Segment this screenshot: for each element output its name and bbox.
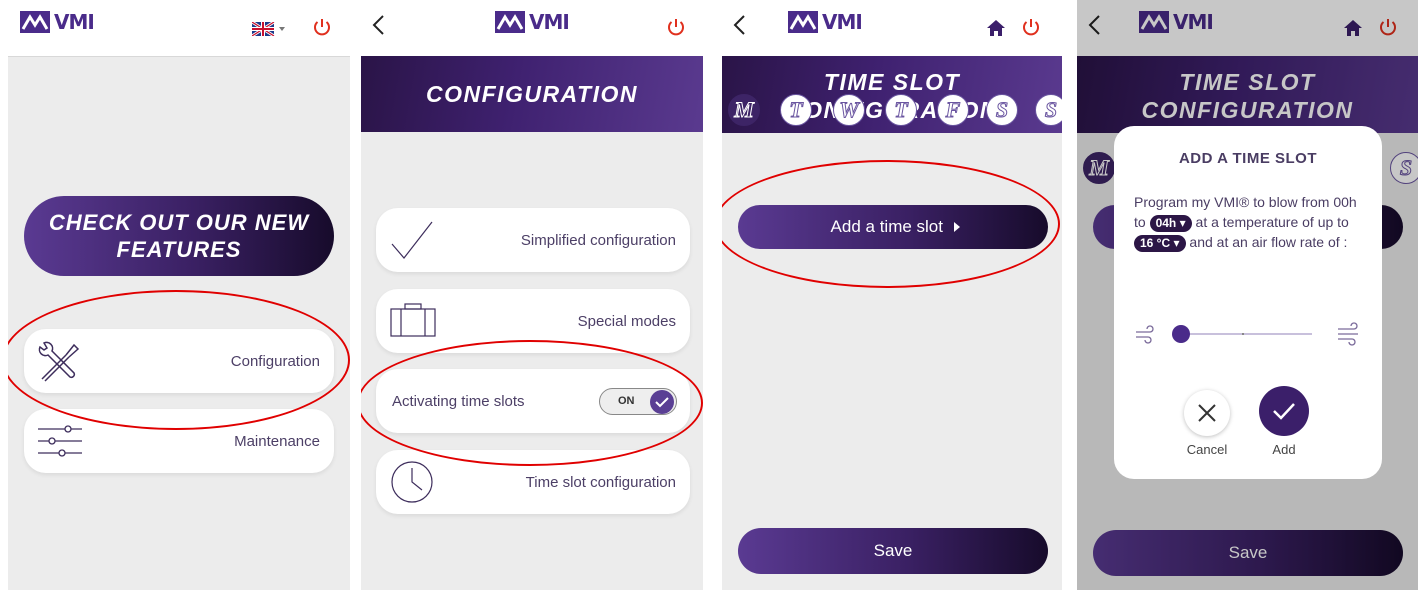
day-wednesday[interactable]: W bbox=[833, 94, 865, 126]
home-screen: VMI CHECK OUT OUR NEW FEATURES Configura… bbox=[8, 0, 350, 590]
logo-text: VMI bbox=[54, 10, 95, 34]
option-simplified-configuration[interactable]: Simplified configuration bbox=[376, 208, 690, 272]
add-label: Add bbox=[1272, 442, 1296, 457]
logo-text: VMI bbox=[822, 10, 863, 34]
power-button[interactable] bbox=[311, 16, 333, 38]
check-icon bbox=[1273, 403, 1295, 420]
power-button[interactable] bbox=[1020, 16, 1042, 38]
close-icon bbox=[1198, 404, 1216, 422]
option-label: Simplified configuration bbox=[520, 232, 676, 249]
hour-select[interactable]: 04h ▾ bbox=[1149, 215, 1192, 232]
content-area bbox=[722, 56, 1062, 590]
time-slot-configuration-screen: VMI TIME SLOT CONFIGURATION M T W T F S … bbox=[722, 0, 1062, 590]
page-title-line1: TIME SLOT bbox=[823, 69, 961, 95]
temperature-select[interactable]: 16 °C ▾ bbox=[1134, 235, 1186, 252]
page-header: CONFIGURATION bbox=[361, 56, 703, 132]
logo-text: VMI bbox=[529, 10, 570, 34]
high-airflow-icon bbox=[1338, 322, 1358, 346]
modal-title: ADD A TIME SLOT bbox=[1178, 150, 1318, 167]
checkmark-icon bbox=[391, 221, 433, 259]
day-tuesday[interactable]: T bbox=[780, 94, 812, 126]
power-button[interactable] bbox=[665, 16, 687, 38]
suitcase-icon bbox=[390, 303, 436, 337]
vmi-logo: VMI bbox=[788, 10, 863, 34]
uk-flag-icon bbox=[251, 20, 275, 38]
configuration-screen: VMI CONFIGURATION Simplified configurati… bbox=[361, 0, 703, 590]
add-time-slot-modal: ADD A TIME SLOT Program my VMI® to blow … bbox=[1114, 126, 1382, 479]
day-thursday[interactable]: T bbox=[885, 94, 917, 126]
highlight-annotation bbox=[361, 340, 703, 466]
highlight-annotation bbox=[722, 160, 1060, 288]
chevron-left-icon bbox=[372, 15, 384, 35]
vmi-logo-icon bbox=[495, 11, 525, 33]
option-label: Special modes bbox=[577, 313, 676, 330]
text-part2: at a temperature of up to bbox=[1195, 214, 1349, 230]
temperature-select-value: 16 °C bbox=[1140, 236, 1171, 250]
language-selector[interactable] bbox=[251, 20, 288, 41]
vmi-logo-icon bbox=[20, 11, 50, 33]
day-friday[interactable]: F bbox=[937, 94, 969, 126]
home-icon bbox=[987, 20, 1005, 36]
new-features-banner[interactable]: CHECK OUT OUR NEW FEATURES bbox=[24, 196, 334, 276]
save-button[interactable]: Save bbox=[738, 528, 1048, 574]
add-button[interactable] bbox=[1259, 386, 1309, 436]
highlight-annotation bbox=[8, 290, 350, 430]
vmi-logo: VMI bbox=[495, 10, 570, 34]
sliders-icon bbox=[38, 425, 82, 457]
vmi-logo: VMI bbox=[20, 10, 95, 34]
save-label: Save bbox=[873, 541, 913, 560]
back-button[interactable] bbox=[371, 14, 393, 40]
clock-icon bbox=[391, 461, 433, 503]
top-bar: VMI bbox=[722, 0, 1062, 56]
power-icon bbox=[668, 19, 684, 36]
low-airflow-icon bbox=[1136, 325, 1154, 344]
airflow-slider-track[interactable] bbox=[1176, 333, 1312, 335]
top-bar: VMI bbox=[8, 0, 350, 56]
power-icon bbox=[314, 19, 330, 36]
power-icon bbox=[1023, 19, 1039, 36]
back-button[interactable] bbox=[732, 14, 754, 40]
page-title: CONFIGURATION bbox=[425, 81, 638, 107]
add-time-slot-dialog-screen: VMI TIME SLOT CONFIGURATION M S Save ADD… bbox=[1077, 0, 1418, 590]
home-button[interactable] bbox=[986, 18, 1006, 38]
menu-item-label: Maintenance bbox=[234, 433, 320, 450]
option-label: Time slot configuration bbox=[525, 474, 676, 491]
chevron-left-icon bbox=[733, 15, 745, 35]
day-saturday[interactable]: S bbox=[986, 94, 1018, 126]
airflow-slider-thumb[interactable] bbox=[1172, 325, 1190, 343]
banner-text: CHECK OUT OUR NEW FEATURES bbox=[48, 210, 310, 262]
cancel-label: Cancel bbox=[1186, 442, 1228, 457]
chevron-down-icon bbox=[279, 27, 285, 31]
chevron-down-icon: ▾ bbox=[1173, 236, 1180, 250]
vmi-logo-icon bbox=[788, 11, 818, 33]
day-monday[interactable]: M bbox=[728, 94, 760, 126]
modal-description: Program my VMI® to blow from 00h to 04h … bbox=[1134, 192, 1366, 252]
cancel-button[interactable] bbox=[1184, 390, 1230, 436]
top-bar: VMI bbox=[361, 0, 703, 56]
hour-select-value: 04h bbox=[1155, 216, 1177, 230]
chevron-down-icon: ▾ bbox=[1179, 216, 1186, 230]
text-part3: and at an air flow rate of : bbox=[1189, 234, 1348, 250]
day-sunday[interactable]: S bbox=[1035, 94, 1062, 126]
